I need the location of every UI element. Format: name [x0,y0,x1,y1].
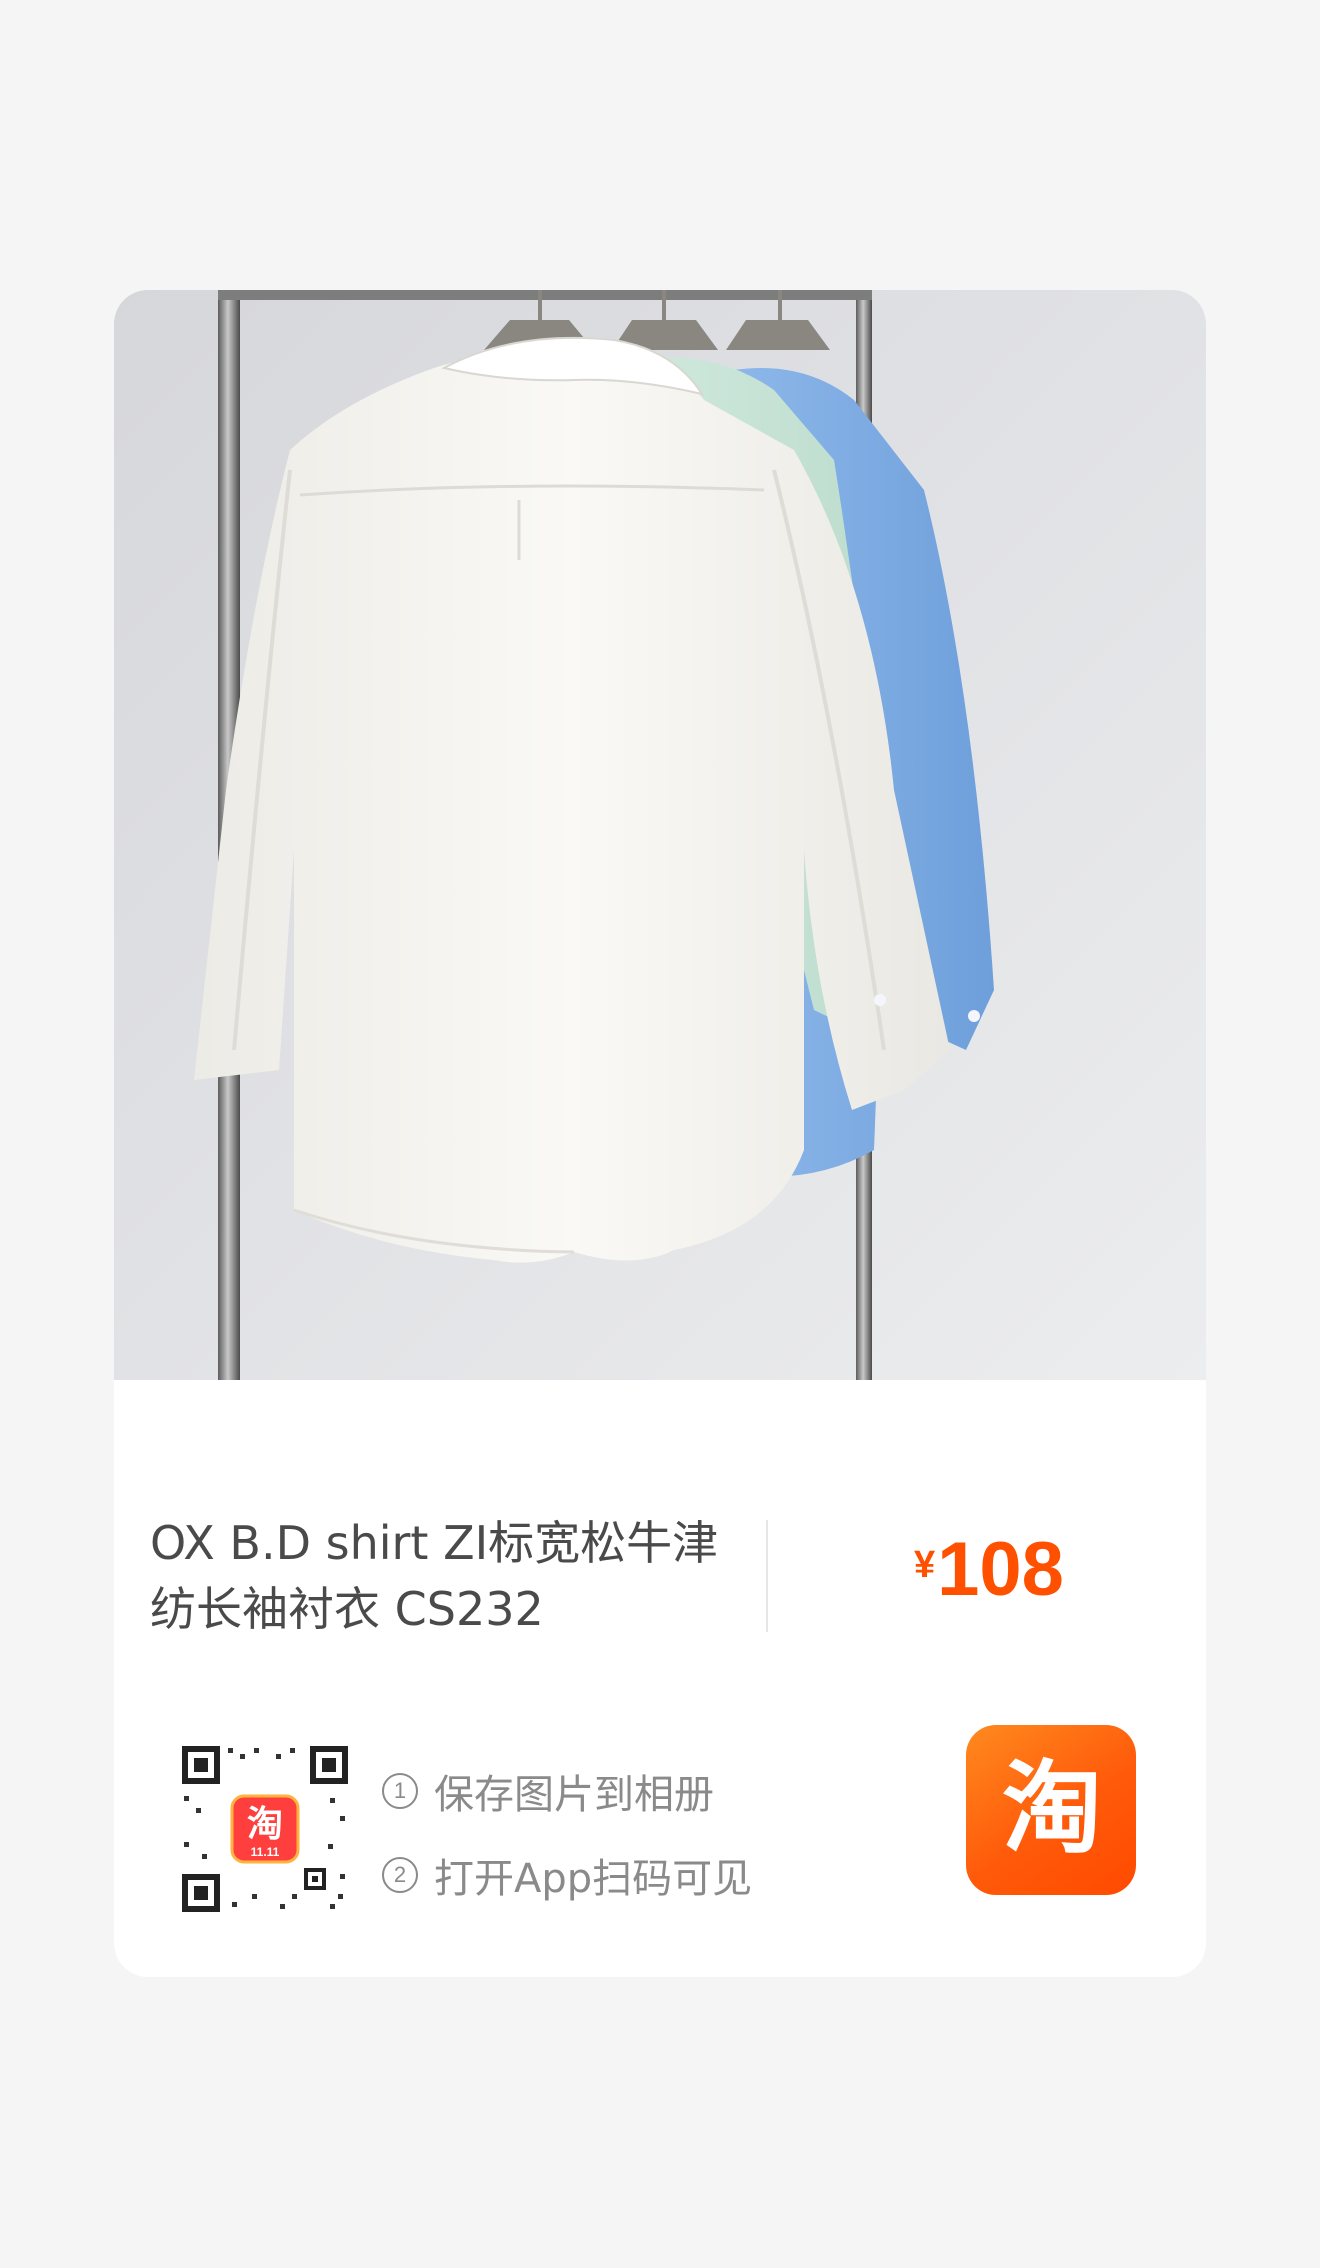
step-1-number: 1 [382,1773,418,1809]
taobao-logo-char: 淘 [1002,1750,1102,1867]
currency-symbol: ¥ [914,1544,936,1586]
step-open-app: 2 打开App扫码可见 [382,1844,752,1906]
step-1-text: 保存图片到相册 [434,1772,714,1818]
qr-badge-label: 11.11 [251,1845,280,1859]
scan-instructions: 1 保存图片到相册 2 打开App扫码可见 [382,1760,752,1928]
product-info-panel: OX B.D shirt ZI标宽松牛津 纺长袖衬衣 CS232 ¥108 淘 … [114,1380,1206,1977]
product-image [114,290,1206,1380]
qr-badge-logo: 淘 [247,1804,283,1845]
product-title-line-2: 纺长袖衬衣 CS232 [150,1582,544,1636]
qr-code[interactable]: 淘 11.11 [180,1744,350,1914]
step-2-number: 2 [382,1857,418,1893]
step-save-image: 1 保存图片到相册 [382,1760,752,1822]
product-title[interactable]: OX B.D shirt ZI标宽松牛津 纺长袖衬衣 CS232 [150,1510,750,1642]
product-price: ¥108 [914,1532,1064,1608]
product-title-line-1: OX B.D shirt ZI标宽松牛津 [150,1516,719,1570]
product-share-card: OX B.D shirt ZI标宽松牛津 纺长袖衬衣 CS232 ¥108 淘 … [114,290,1206,1977]
taobao-app-icon[interactable]: 淘 [966,1725,1136,1895]
title-price-divider [766,1520,768,1632]
price-value: 108 [937,1527,1064,1612]
step-2-text: 打开App扫码可见 [434,1856,753,1902]
